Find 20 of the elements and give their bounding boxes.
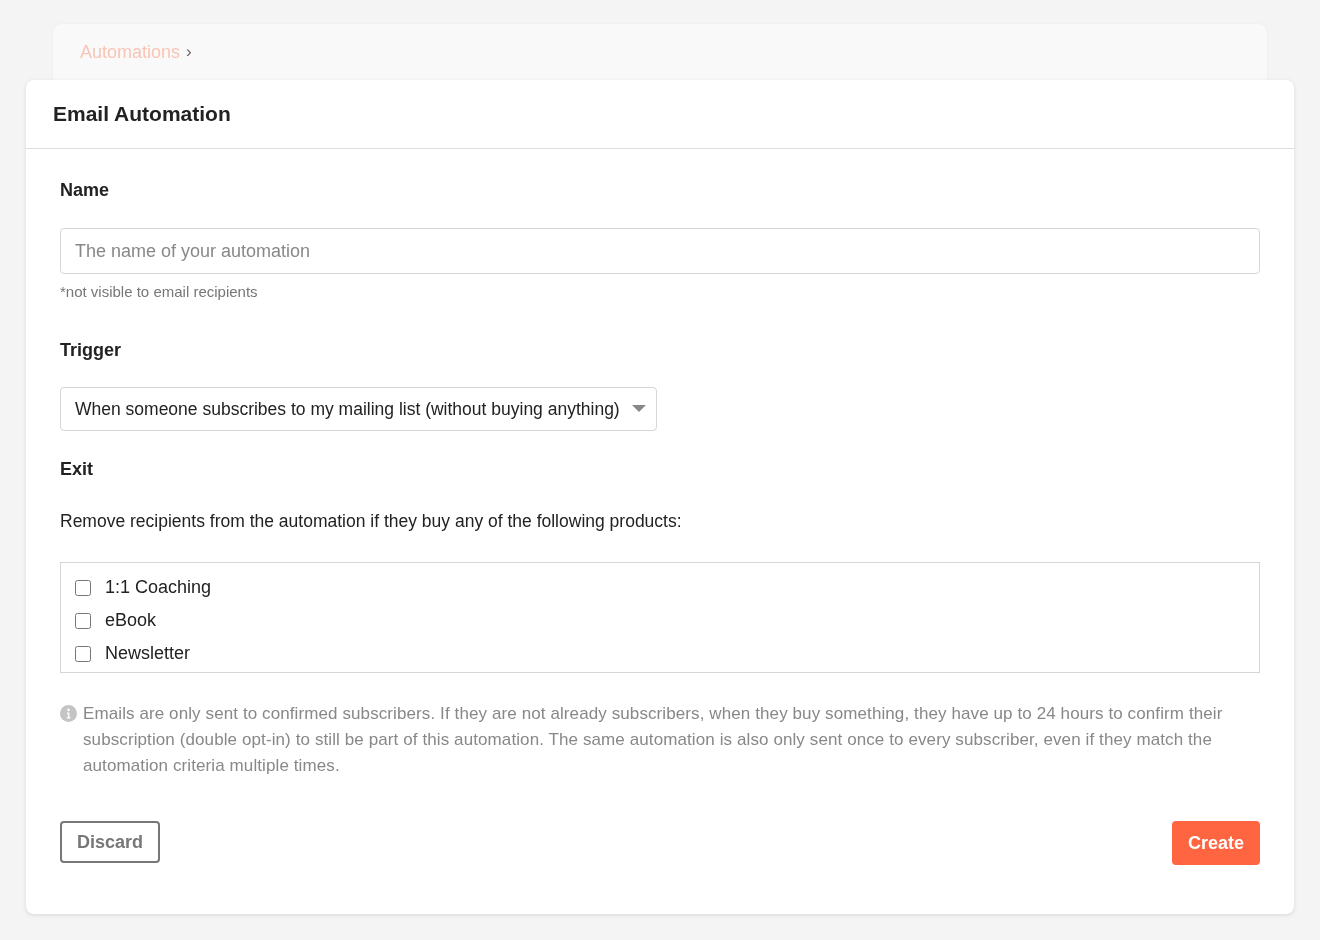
card-title: Email Automation: [53, 102, 231, 126]
product-label: Newsletter: [105, 643, 191, 664]
product-label: 1:1 Coaching: [105, 577, 212, 598]
breadcrumb-separator: ›: [186, 42, 192, 62]
field-hint: *not visible to email recipients: [60, 283, 259, 300]
create-button[interactable]: Create: [1171, 821, 1260, 865]
name-input[interactable]: The name of your automation: [60, 228, 1260, 274]
trigger-dropdown[interactable]: When someone subscribes to my mailing list (without buying anything): [60, 387, 657, 431]
field-label: Name: [60, 180, 111, 201]
checkbox[interactable]: [75, 579, 91, 596]
info-text: Emails are only sent to confirmed subscribers. If they are not already subscribers, when they buy something, they have up to 24 hours to confirm their subscription (double opt-in) to still be part of this automation. The same automation is also only sent once to every subscriber, even if they match the automation criteria multiple times.: [83, 703, 1224, 777]
caret-icon: [631, 405, 646, 413]
product-label: eBook: [105, 610, 157, 631]
checkbox[interactable]: [75, 645, 91, 662]
field-label: Exit: [60, 459, 94, 480]
discard-button[interactable]: Discard: [60, 821, 161, 863]
exit-description: Remove recipients from the automation if they buy any of the following products:: [60, 511, 683, 532]
field-label: Trigger: [60, 340, 122, 361]
checkbox[interactable]: [75, 612, 91, 629]
info-icon: [60, 705, 77, 722]
